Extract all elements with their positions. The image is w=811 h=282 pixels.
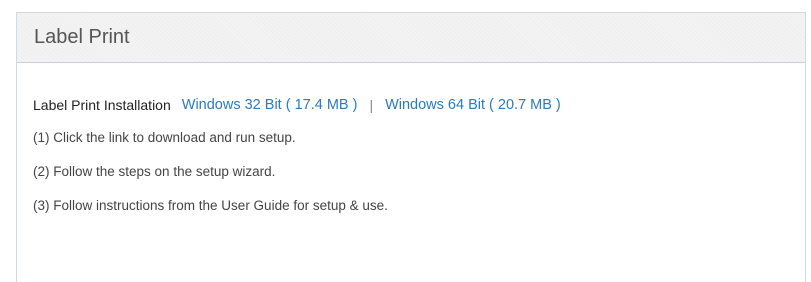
download-windows-32bit-link[interactable]: Windows 32 Bit ( 17.4 MB ) <box>182 97 358 113</box>
panel-body: Label Print Installation Windows 32 Bit … <box>17 63 805 216</box>
step-1-text: (1) Click the link to download and run s… <box>33 130 296 145</box>
installation-line: Label Print Installation Windows 32 Bit … <box>33 94 805 116</box>
download-windows-64bit-link[interactable]: Windows 64 Bit ( 20.7 MB ) <box>385 97 561 113</box>
link-separator: | <box>369 97 374 113</box>
panel-header: Label Print <box>17 13 805 63</box>
step-2-text: (2) Follow the steps on the setup wizard… <box>33 164 276 179</box>
label-print-panel: Label Print Label Print Installation Win… <box>16 12 806 282</box>
installation-label: Label Print Installation <box>33 97 171 113</box>
panel-title: Label Print <box>34 26 130 48</box>
step-3-text: (3) Follow instructions from the User Gu… <box>33 198 388 213</box>
